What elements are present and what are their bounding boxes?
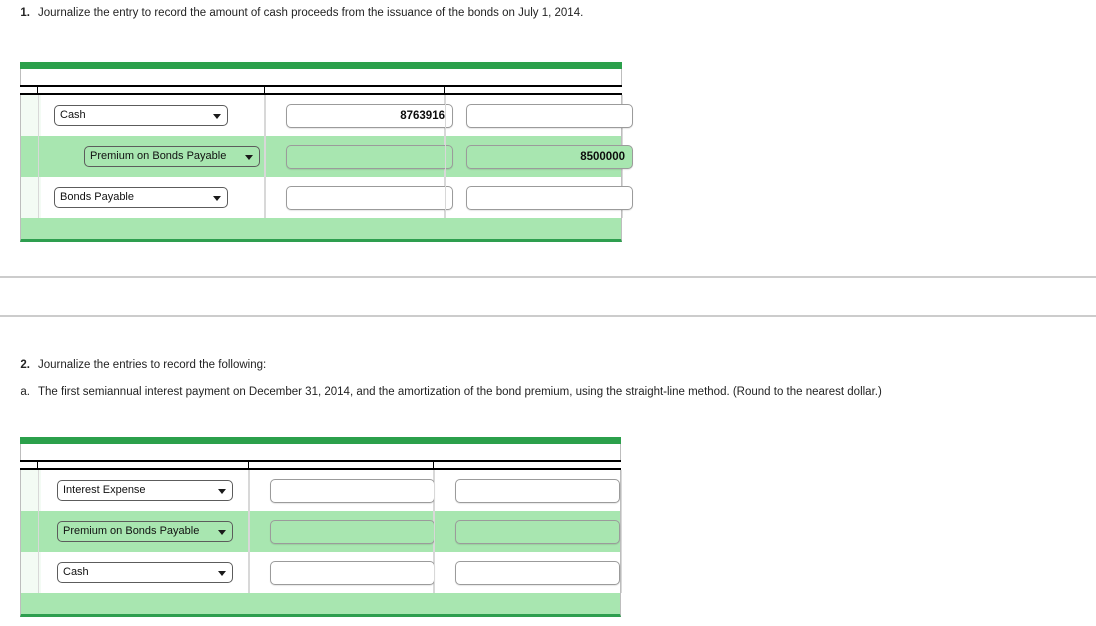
table-2-header-divider-credit: [433, 460, 434, 470]
table-1-row-2-account-select-wrap: Premium on Bonds Payable: [84, 146, 260, 167]
table-2-row-2-debit-cell: [249, 511, 435, 552]
table-1-row-3-account-cell: Bonds Payable: [38, 177, 265, 218]
table-1-row-2-account-cell: Premium on Bonds Payable: [38, 136, 265, 177]
table-2-row-1-credit-cell: [434, 470, 622, 511]
table-2-row-2-account-cell: Premium on Bonds Payable: [38, 511, 249, 552]
table-2-row-3-account-select-wrap: Cash: [57, 562, 233, 583]
table-1-header-divider-debit: [264, 85, 265, 95]
table-1-header-divider-gutter: [37, 85, 38, 95]
debit-input[interactable]: [270, 519, 435, 544]
credit-input[interactable]: [455, 478, 620, 503]
account-select[interactable]: Bonds Payable: [54, 187, 228, 208]
account-select[interactable]: Premium on Bonds Payable: [84, 146, 260, 167]
section-divider-top: [0, 276, 1096, 278]
journal-table-2: Interest Expense Premium on Bonds Payabl…: [20, 437, 622, 617]
journal-table-1: Cash Premium on Bonds Payable: [20, 62, 633, 242]
table-row: Premium on Bonds Payable: [21, 511, 622, 552]
question-2a-text: The first semiannual interest payment on…: [38, 386, 882, 398]
table-row: Premium on Bonds Payable: [21, 136, 633, 177]
table-1-row-3-debit-cell: [265, 177, 453, 218]
table-1-row-3-credit-cell: [445, 177, 633, 218]
table-1-row-1-debit-cell: [265, 95, 453, 136]
question-1-number: 1.: [20, 7, 30, 19]
table-1-row-3-account-select-wrap: Bonds Payable: [54, 187, 228, 208]
table-2-row-1-account-select-wrap: Interest Expense: [57, 480, 233, 501]
question-2-line: 2. Journalize the entries to record the f…: [10, 358, 266, 372]
section-divider-bottom: [0, 315, 1096, 317]
table-2-column-header-row: [20, 460, 621, 470]
question-1-line: 1. Journalize the entry to record the amo…: [10, 6, 583, 20]
table-1-row-2-credit-cell: [445, 136, 633, 177]
table-1-header-divider-credit: [444, 85, 445, 95]
question-2-number: 2.: [20, 359, 30, 371]
credit-input[interactable]: [466, 185, 633, 210]
table-1-column-header-row: [20, 85, 622, 95]
table-1-row-1-account-cell: Cash: [38, 95, 265, 136]
debit-input[interactable]: [286, 103, 453, 128]
debit-input[interactable]: [286, 185, 453, 210]
table-2-row-1-account-cell: Interest Expense: [38, 470, 249, 511]
question-2-text: Journalize the entries to record the fol…: [38, 359, 267, 371]
debit-input[interactable]: [286, 144, 453, 169]
question-1-text: Journalize the entry to record the amoun…: [38, 7, 584, 19]
table-1-footer: [20, 218, 622, 242]
credit-input[interactable]: [455, 560, 620, 585]
question-2a-number: a.: [20, 386, 30, 398]
table-2-row-3-account-cell: Cash: [38, 552, 249, 593]
table-1-body: Cash Premium on Bonds Payable: [20, 95, 633, 218]
table-1-row-2-debit-cell: [265, 136, 453, 177]
table-1-row-1-account-select-wrap: Cash: [54, 105, 228, 126]
table-2-header-divider-debit: [248, 460, 249, 470]
debit-input[interactable]: [270, 478, 435, 503]
account-select[interactable]: Interest Expense: [57, 480, 233, 501]
credit-input[interactable]: [466, 144, 633, 169]
table-2-top-bar: [20, 437, 621, 444]
table-2-row-2-credit-cell: [434, 511, 622, 552]
table-2-title-row: [20, 444, 621, 460]
credit-input[interactable]: [466, 103, 633, 128]
table-2-row-2-account-select-wrap: Premium on Bonds Payable: [57, 521, 233, 542]
table-2-header-divider-gutter: [37, 460, 38, 470]
credit-input[interactable]: [455, 519, 620, 544]
account-select[interactable]: Cash: [57, 562, 233, 583]
table-1-title-row: [20, 69, 622, 85]
question-2a-line: a. The first semiannual interest payment …: [10, 385, 882, 399]
table-row: Bonds Payable: [21, 177, 633, 218]
table-2-footer: [20, 593, 621, 617]
account-select[interactable]: Premium on Bonds Payable: [57, 521, 233, 542]
debit-input[interactable]: [270, 560, 435, 585]
table-1-top-bar: [20, 62, 622, 69]
table-2-body: Interest Expense Premium on Bonds Payabl…: [20, 470, 622, 593]
account-select[interactable]: Cash: [54, 105, 228, 126]
table-2-row-3-credit-cell: [434, 552, 622, 593]
table-row: Interest Expense: [21, 470, 622, 511]
table-2-row-1-debit-cell: [249, 470, 435, 511]
table-row: Cash: [21, 552, 622, 593]
table-1-row-1-credit-cell: [445, 95, 633, 136]
table-2-row-3-debit-cell: [249, 552, 435, 593]
table-row: Cash: [21, 95, 633, 136]
